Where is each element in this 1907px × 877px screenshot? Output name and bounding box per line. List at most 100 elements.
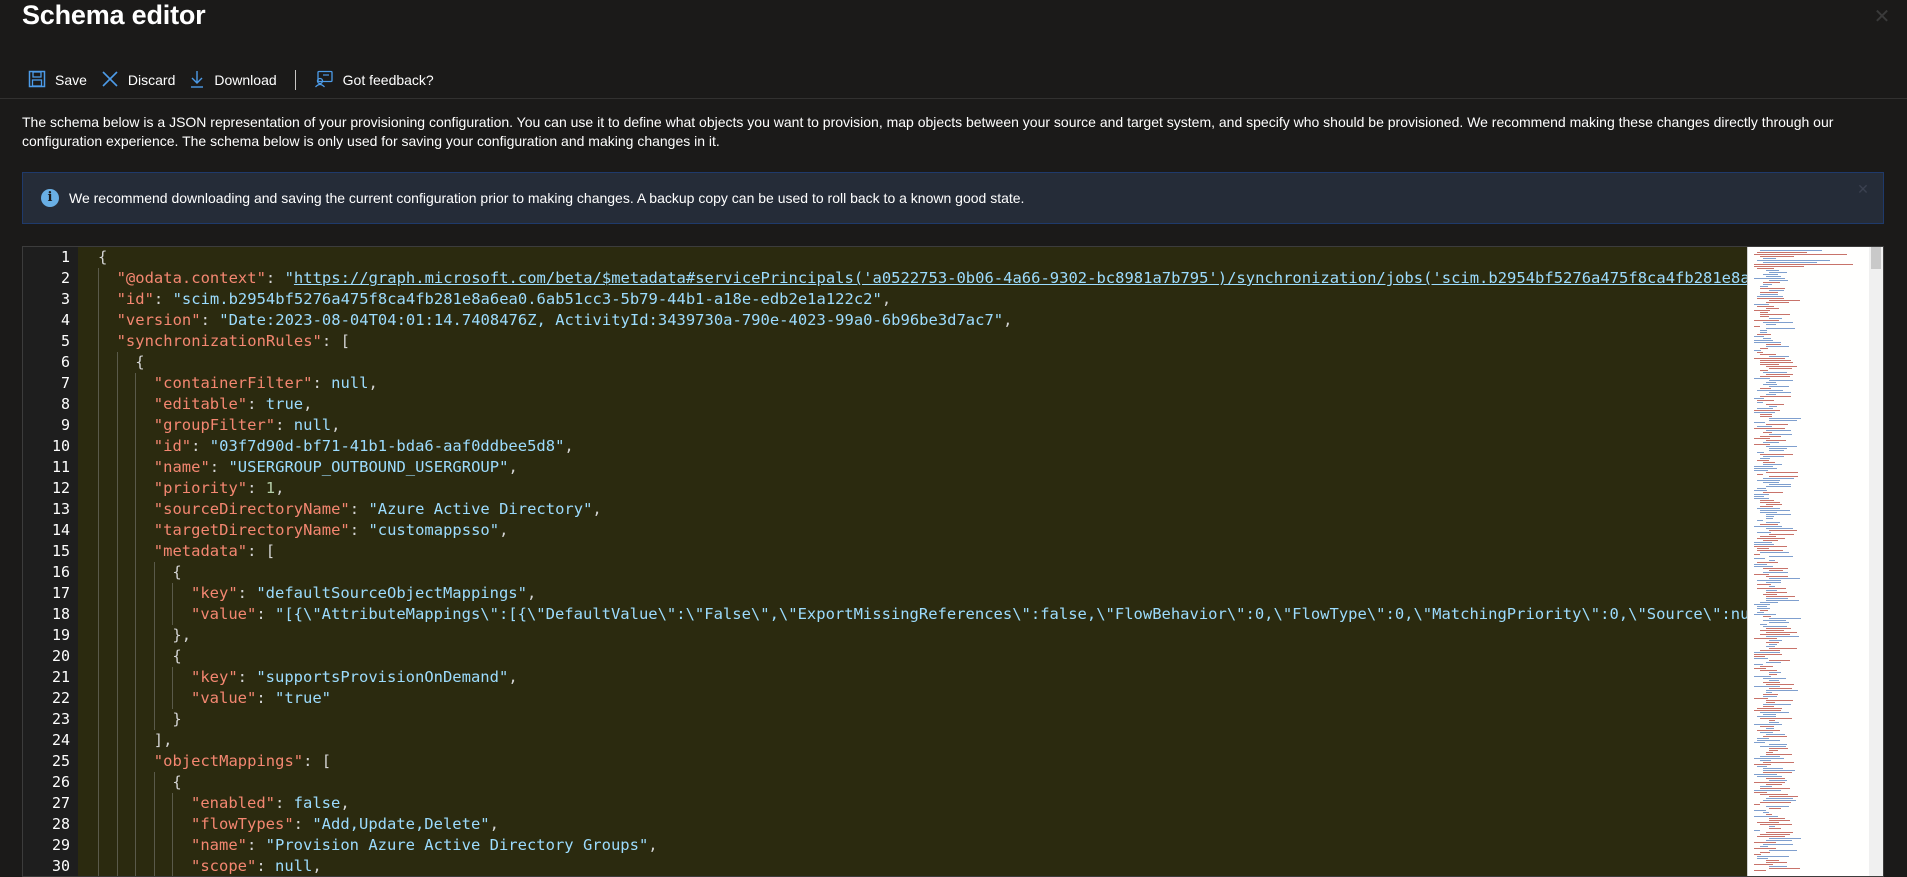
code-token: , xyxy=(303,395,313,413)
minimap-line xyxy=(1766,596,1795,597)
minimap-line xyxy=(1760,786,1772,787)
code-token: null xyxy=(293,416,332,434)
code-token: "sourceDirectoryName" xyxy=(153,500,350,518)
minimap-line xyxy=(1766,382,1776,383)
toolbar: Save Discard Download Got feedback? xyxy=(22,66,442,94)
feedback-button[interactable]: Got feedback? xyxy=(308,66,442,94)
code-token: , xyxy=(499,521,509,539)
line-number: 23 xyxy=(51,710,70,728)
vertical-scrollbar[interactable] xyxy=(1869,247,1883,876)
minimap-line xyxy=(1760,726,1774,727)
minimap-line xyxy=(1760,760,1771,761)
minimap-line xyxy=(1757,296,1783,297)
indent-guide xyxy=(98,688,99,709)
indent-guide xyxy=(135,436,137,457)
download-button[interactable]: Download xyxy=(183,66,284,94)
minimap-line xyxy=(1754,558,1765,559)
download-icon xyxy=(189,70,214,91)
indent-guide xyxy=(98,520,99,541)
indent-guide xyxy=(135,562,137,583)
minimap-line xyxy=(1754,304,1769,305)
minimap-line xyxy=(1760,370,1768,371)
save-button[interactable]: Save xyxy=(22,66,95,94)
indent-guide xyxy=(98,604,99,625)
code-line: { xyxy=(78,646,1771,667)
minimap-line xyxy=(1754,686,1780,687)
minimap-line xyxy=(1757,740,1780,741)
minimap-line xyxy=(1754,254,1847,255)
code-token: }, xyxy=(172,626,192,644)
minimap-line xyxy=(1760,330,1767,331)
code-token: null xyxy=(275,857,313,875)
code-line: "scope": null, xyxy=(78,856,1771,876)
indent-guide xyxy=(98,436,99,457)
minimap-line xyxy=(1766,576,1788,577)
indent-guide xyxy=(116,730,118,751)
indent-guide xyxy=(135,583,137,604)
minimap-line xyxy=(1763,706,1774,707)
minimap[interactable] xyxy=(1747,247,1883,876)
minimap-line xyxy=(1754,864,1773,865)
close-icon[interactable]: ✕ xyxy=(1855,181,1871,197)
minimap-line xyxy=(1766,692,1772,693)
minimap-line xyxy=(1769,622,1789,623)
minimap-line xyxy=(1754,764,1771,765)
code-token: "editable" xyxy=(153,395,248,413)
minimap-line xyxy=(1760,670,1777,671)
minimap-line xyxy=(1763,482,1779,483)
minimap-line xyxy=(1757,584,1771,585)
code-token[interactable]: https://graph.microsoft.com/beta/$metada… xyxy=(294,269,1759,287)
code-token: , xyxy=(508,458,518,476)
indent-guide xyxy=(135,478,137,499)
minimap-line xyxy=(1754,774,1777,775)
minimap-line xyxy=(1769,578,1800,579)
code-line: "id": "03f7d90d-bf71-41b1-bda6-aaf0ddbee… xyxy=(78,436,1771,457)
minimap-line xyxy=(1763,442,1779,443)
line-number: 28 xyxy=(51,815,70,833)
code-line: "key": "defaultSourceObjectMappings", xyxy=(78,583,1771,604)
indent-guide xyxy=(135,394,137,415)
code-token: "key" xyxy=(191,584,238,602)
code-token: : [ xyxy=(321,332,350,350)
minimap-line xyxy=(1754,320,1779,321)
minimap-line xyxy=(1769,850,1797,851)
minimap-line xyxy=(1766,728,1774,729)
code-token: "Azure Active Directory" xyxy=(368,500,593,518)
minimap-line xyxy=(1757,588,1786,589)
minimap-line xyxy=(1757,532,1771,533)
code-area[interactable]: {"@odata.context": "https://graph.micros… xyxy=(78,247,1771,876)
minimap-line xyxy=(1757,716,1776,717)
code-line: { xyxy=(78,352,1771,373)
minimap-line xyxy=(1754,656,1765,657)
minimap-line xyxy=(1766,582,1781,583)
minimap-line xyxy=(1763,540,1778,541)
code-editor[interactable]: 1 2 3 4 5 6 7 8 9 10 11 12 13 14 15 16 17 18 19 20 21 22 23 24 2… xyxy=(22,246,1884,877)
code-token: "id" xyxy=(116,290,154,308)
code-token: "Provision Azure Active Directory Groups… xyxy=(265,836,649,854)
indent-guide xyxy=(172,583,174,604)
minimap-line xyxy=(1754,668,1766,669)
minimap-line xyxy=(1757,562,1778,563)
indent-guide xyxy=(98,856,99,876)
close-icon[interactable]: ✕ xyxy=(1871,6,1893,28)
code-line: "name": "Provision Azure Active Director… xyxy=(78,835,1771,856)
code-token: "[{\"AttributeMappings\":[{\"DefaultValu… xyxy=(275,605,1759,623)
minimap-line xyxy=(1763,274,1778,275)
indent-guide xyxy=(116,436,118,457)
indent-guide xyxy=(172,688,174,709)
indent-guide xyxy=(116,646,118,667)
minimap-line xyxy=(1766,600,1799,601)
scrollbar-thumb[interactable] xyxy=(1871,247,1881,269)
indent-guide xyxy=(153,646,155,667)
minimap-line xyxy=(1754,326,1760,327)
minimap-line xyxy=(1766,734,1785,735)
indent-guide xyxy=(135,457,137,478)
discard-button[interactable]: Discard xyxy=(95,66,183,94)
minimap-line xyxy=(1763,478,1794,479)
indent-guide xyxy=(153,835,155,856)
minimap-line xyxy=(1754,758,1784,759)
code-token: { xyxy=(98,248,108,266)
indent-guide xyxy=(116,352,118,373)
code-token: "groupFilter" xyxy=(153,416,276,434)
minimap-line xyxy=(1769,570,1783,571)
